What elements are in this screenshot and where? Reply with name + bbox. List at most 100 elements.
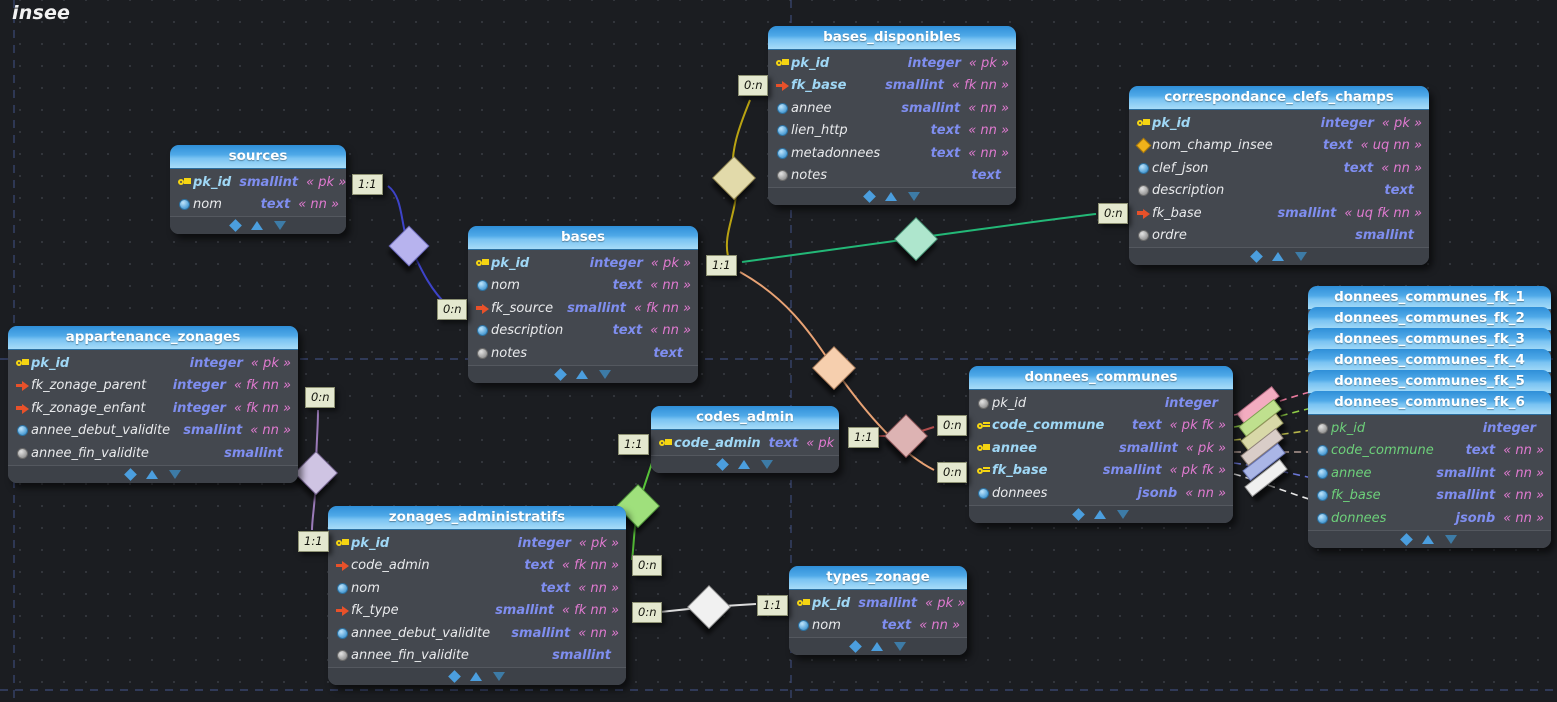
table-title[interactable]: donnees_communes [969,366,1233,390]
table-bases[interactable]: bases pk_id integer « pk » nom text « nn » fk_s… [468,226,698,383]
sort-asc-icon[interactable] [469,672,482,681]
column-row[interactable]: ordre smallint [1129,225,1429,248]
table-title-partition-6[interactable]: donnees_communes_fk_6 [1308,391,1551,415]
column-row[interactable]: pk_id integer « pk » [328,532,626,555]
column-row[interactable]: pk_id integer « pk » [1129,112,1429,135]
column-row[interactable]: fk_zonage_parent integer « fk nn » [8,375,298,398]
diamond-icon[interactable] [1249,250,1263,263]
sort-desc-icon[interactable] [907,192,920,201]
diamond-icon[interactable] [228,219,242,232]
table-title[interactable]: appartenance_zonages [8,326,298,350]
column-row[interactable]: nom text « nn » [170,194,346,217]
column-icon-slot [334,582,351,594]
sort-asc-icon[interactable] [870,642,883,651]
sort-desc-icon[interactable] [273,221,286,230]
column-row[interactable]: code_commune text « nn » [1308,440,1551,463]
column-row[interactable]: fk_type smallint « fk nn » [328,600,626,623]
column-row[interactable]: annee_fin_validite smallint [8,442,298,465]
table-donnees_communes[interactable]: donnees_communes pk_id integer code_commune… [969,366,1233,523]
column-row[interactable]: lien_http text « nn » [768,120,1016,143]
sort-desc-icon[interactable] [893,642,906,651]
column-type: text [971,168,1001,184]
column-row[interactable]: nom text « nn » [468,275,698,298]
sort-desc-icon[interactable] [1445,534,1457,544]
table-title[interactable]: codes_admin [651,406,839,430]
column-row[interactable]: annee smallint « nn » [1308,462,1551,485]
column-row[interactable]: annee_debut_validite smallint « nn » [328,622,626,645]
column-row[interactable]: pk_id integer « pk » [468,252,698,275]
column-row[interactable]: pk_id integer [969,392,1233,415]
diamond-icon[interactable] [123,467,137,481]
column-flag: « nn » [650,278,691,294]
sort-asc-icon[interactable] [575,369,588,379]
column-row[interactable]: fk_base smallint « fk nn » [768,75,1016,98]
column-row[interactable]: pk_id integer « pk » [768,52,1016,75]
table-title[interactable]: types_zonage [789,566,967,590]
sort-asc-icon[interactable] [1422,534,1434,544]
column-row[interactable]: pk_id integer [1308,417,1551,440]
table-types_zonage[interactable]: types_zonage pk_id smallint « pk » nom text « … [789,566,967,655]
sort-asc-icon[interactable] [1093,509,1106,519]
sort-desc-icon[interactable] [168,469,181,479]
diamond-icon[interactable] [715,457,729,471]
column-row[interactable]: fk_base smallint « nn » [1308,485,1551,508]
sort-desc-icon[interactable] [1116,509,1129,519]
sort-asc-icon[interactable] [250,221,263,230]
column-row[interactable]: annee_debut_validite smallint « nn » [8,420,298,443]
cardinality-label-c-bases-pk: 1:1 [706,255,737,276]
diamond-icon[interactable] [862,190,876,203]
table-title[interactable]: bases_disponibles [768,26,1016,50]
diamond-icon[interactable] [848,640,862,653]
table-appartenance_zonages[interactable]: appartenance_zonages pk_id integer « pk » fk… [8,326,298,483]
column-row[interactable]: code_admin text « fk nn » [328,555,626,578]
column-row[interactable]: fk_source smallint « fk nn » [468,297,698,320]
diamond-icon[interactable] [1071,507,1085,521]
column-row[interactable]: annee smallint « pk » [969,437,1233,460]
column-name: annee [1331,465,1372,481]
sort-asc-icon[interactable] [145,469,158,479]
diamond-icon[interactable] [447,670,461,683]
table-correspondance_clefs_champs[interactable]: correspondance_clefs_champs pk_id integer «… [1129,86,1429,265]
column-row[interactable]: code_admin text « pk » [651,432,839,455]
sort-asc-icon[interactable] [884,192,897,201]
table-title[interactable]: bases [468,226,698,250]
column-row[interactable]: donnees jsonb « nn » [1308,507,1551,530]
sort-asc-icon[interactable] [1271,252,1284,261]
table-donnees_communes_fk[interactable]: donnees_communes_fk_1 donnees_communes_fk… [1308,286,1551,548]
column-row[interactable]: nom text « nn » [328,577,626,600]
table-footer [468,364,698,383]
diamond-icon[interactable] [553,367,567,381]
column-row[interactable]: annee_fin_validite smallint [328,645,626,668]
column-row[interactable]: donnees jsonb « nn » [969,482,1233,505]
table-title[interactable]: zonages_administratifs [328,506,626,530]
column-row[interactable]: description text [1129,180,1429,203]
column-row[interactable]: pk_id integer « pk » [8,352,298,375]
table-codes_admin[interactable]: codes_admin code_admin text « pk » [651,406,839,473]
diamond-icon[interactable] [1400,532,1413,546]
column-row[interactable]: fk_zonage_enfant integer « fk nn » [8,397,298,420]
column-row[interactable]: pk_id smallint « pk » [789,592,967,615]
sort-asc-icon[interactable] [737,459,750,469]
column-row[interactable]: notes text [768,165,1016,188]
column-row[interactable]: nom text « nn » [789,615,967,638]
column-row[interactable]: fk_base smallint « uq fk nn » [1129,202,1429,225]
table-zonages_administratifs[interactable]: zonages_administratifs pk_id integer « pk »… [328,506,626,685]
table-bases_disponibles[interactable]: bases_disponibles pk_id integer « pk » fk_ba… [768,26,1016,205]
column-row[interactable]: metadonnees text « nn » [768,142,1016,165]
column-row[interactable]: pk_id smallint « pk » [170,171,346,194]
column-row[interactable]: description text « nn » [468,320,698,343]
table-title[interactable]: correspondance_clefs_champs [1129,86,1429,110]
table-sources[interactable]: sources pk_id smallint « pk » nom text « nn » [170,145,346,234]
column-flag: « pk » [578,535,619,551]
sort-desc-icon[interactable] [1294,252,1307,261]
sort-desc-icon[interactable] [760,459,773,469]
sort-desc-icon[interactable] [598,369,611,379]
column-row[interactable]: nom_champ_insee text « uq nn » [1129,135,1429,158]
column-row[interactable]: code_commune text « pk fk » [969,415,1233,438]
column-row[interactable]: clef_json text « nn » [1129,157,1429,180]
column-row[interactable]: annee smallint « nn » [768,97,1016,120]
sort-desc-icon[interactable] [492,672,505,681]
column-row[interactable]: fk_base smallint « pk fk » [969,460,1233,483]
column-row[interactable]: notes text [468,342,698,365]
table-title[interactable]: sources [170,145,346,169]
